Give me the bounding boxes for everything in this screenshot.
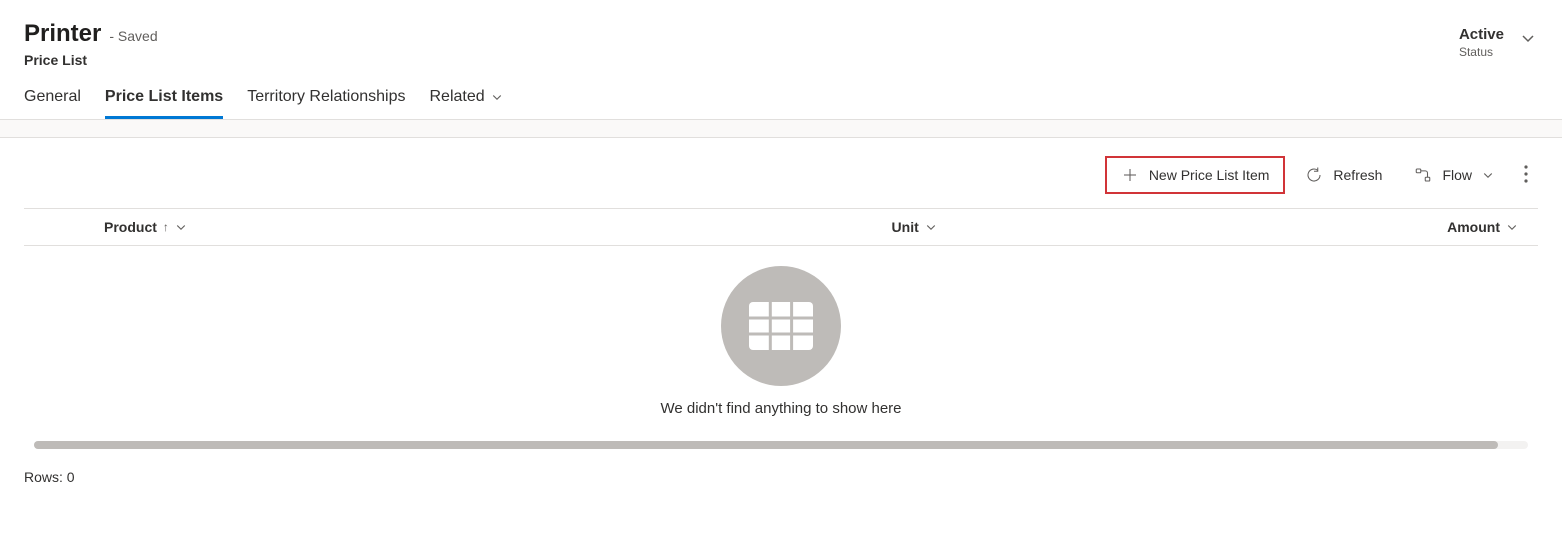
column-header-unit-label: Unit xyxy=(892,219,919,235)
rows-count: Rows: 0 xyxy=(24,469,75,485)
tab-price-list-items[interactable]: Price List Items xyxy=(105,88,223,119)
flow-icon xyxy=(1414,166,1432,184)
more-commands-button[interactable] xyxy=(1514,159,1538,192)
refresh-icon xyxy=(1305,166,1323,184)
chevron-down-icon xyxy=(491,91,503,103)
grid-icon xyxy=(749,302,813,350)
title-row: Printer - Saved xyxy=(24,20,158,48)
header-expand-button[interactable] xyxy=(1518,28,1538,48)
tab-related-label: Related xyxy=(429,88,484,106)
tab-general[interactable]: General xyxy=(24,88,81,119)
column-header-amount[interactable]: Amount xyxy=(1346,219,1538,235)
vertical-ellipsis-icon xyxy=(1524,165,1528,183)
chevron-down-icon xyxy=(925,221,937,233)
status-label: Status xyxy=(1459,45,1504,59)
saved-indicator: - Saved xyxy=(109,28,157,44)
column-header-amount-label: Amount xyxy=(1447,219,1500,235)
chevron-down-icon xyxy=(1506,221,1518,233)
refresh-button[interactable]: Refresh xyxy=(1293,160,1394,190)
refresh-label: Refresh xyxy=(1333,167,1382,183)
tab-territory-relationships[interactable]: Territory Relationships xyxy=(247,88,405,119)
header-right: Active Status xyxy=(1459,26,1538,59)
column-header-product-label: Product xyxy=(104,219,157,235)
chevron-down-icon xyxy=(1520,30,1536,46)
page-title: Printer xyxy=(24,20,101,48)
new-price-list-item-button[interactable]: New Price List Item xyxy=(1105,156,1286,194)
grid-header-row: Product ↑ Unit Amount xyxy=(24,209,1538,246)
grid-footer: Rows: 0 xyxy=(0,449,1562,485)
tab-bar: General Price List Items Territory Relat… xyxy=(0,68,1562,120)
plus-icon xyxy=(1121,166,1139,184)
empty-state: We didn't find anything to show here xyxy=(24,246,1538,427)
page-header: Printer - Saved Price List Active Status xyxy=(0,0,1562,68)
tab-related[interactable]: Related xyxy=(429,88,502,119)
empty-state-message: We didn't find anything to show here xyxy=(660,400,901,417)
column-header-product[interactable]: Product ↑ xyxy=(74,219,892,235)
empty-state-circle xyxy=(721,266,841,386)
tab-gutter xyxy=(0,120,1562,138)
grid-toolbar: New Price List Item Refresh Flow xyxy=(24,138,1538,209)
page-subtitle: Price List xyxy=(24,52,158,68)
status-value: Active xyxy=(1459,26,1504,43)
horizontal-scrollbar[interactable] xyxy=(34,441,1528,449)
header-left: Printer - Saved Price List xyxy=(24,20,158,68)
sort-ascending-icon: ↑ xyxy=(163,220,169,234)
chevron-down-icon xyxy=(175,221,187,233)
column-header-unit[interactable]: Unit xyxy=(892,219,1346,235)
grid-container: New Price List Item Refresh Flow Product… xyxy=(0,138,1562,449)
new-price-list-item-label: New Price List Item xyxy=(1149,167,1270,183)
status-block: Active Status xyxy=(1459,26,1504,59)
chevron-down-icon xyxy=(1482,169,1494,181)
flow-button[interactable]: Flow xyxy=(1402,160,1506,190)
horizontal-scrollbar-thumb[interactable] xyxy=(34,441,1498,449)
flow-label: Flow xyxy=(1442,167,1472,183)
